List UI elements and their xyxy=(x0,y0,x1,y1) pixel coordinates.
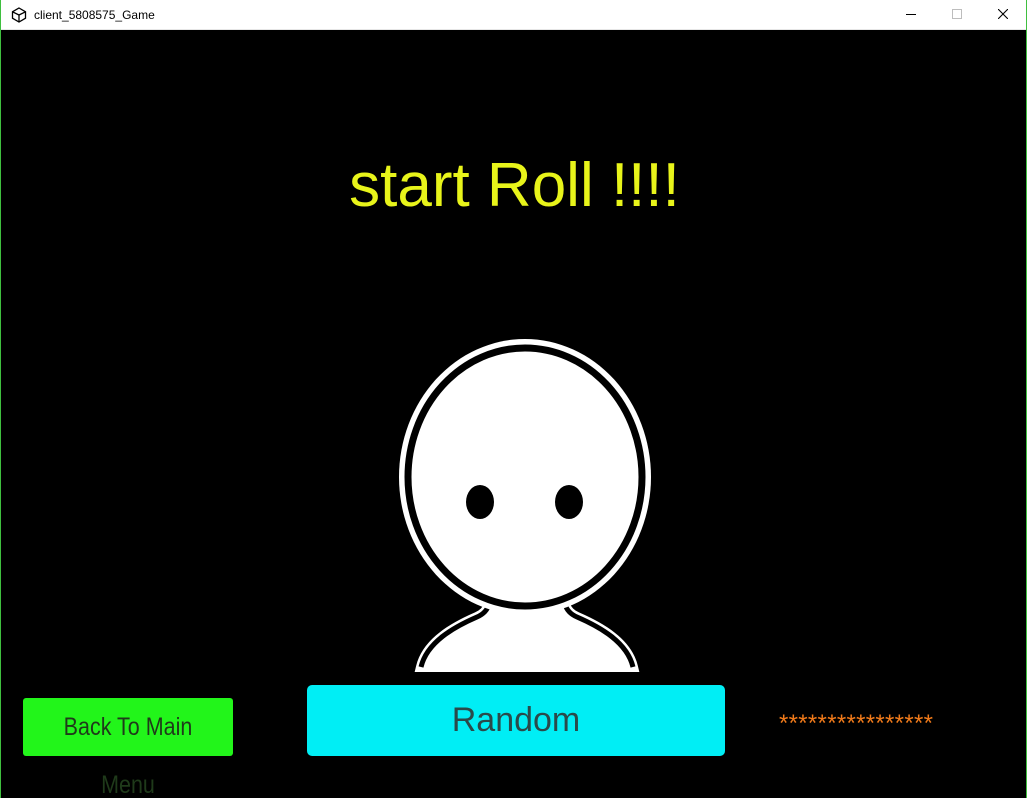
maximize-button[interactable] xyxy=(934,0,980,29)
minimize-button[interactable] xyxy=(888,0,934,29)
minimize-icon xyxy=(906,14,916,15)
window-title: client_5808575_Game xyxy=(34,8,155,22)
close-icon xyxy=(998,9,1008,19)
left-eye xyxy=(466,485,494,519)
back-to-main-menu-button[interactable]: Back To Main Menu xyxy=(23,698,233,798)
headline-text: start Roll !!!! xyxy=(349,151,680,220)
round-head-character xyxy=(399,339,651,672)
right-eye xyxy=(555,485,583,519)
back-button-label: Back To Main Menu xyxy=(63,713,193,798)
maximize-icon xyxy=(952,9,962,19)
masked-text: **************** xyxy=(779,710,934,737)
game-viewport: start Roll !!!! Back To Main Menu Random… xyxy=(1,30,1026,798)
title-bar[interactable]: client_5808575_Game xyxy=(1,0,1026,30)
game-window: client_5808575_Game start Roll !!!! Back… xyxy=(0,0,1027,798)
close-button[interactable] xyxy=(980,0,1026,29)
random-button[interactable]: Random xyxy=(307,685,725,756)
unity-logo-icon xyxy=(11,7,27,23)
